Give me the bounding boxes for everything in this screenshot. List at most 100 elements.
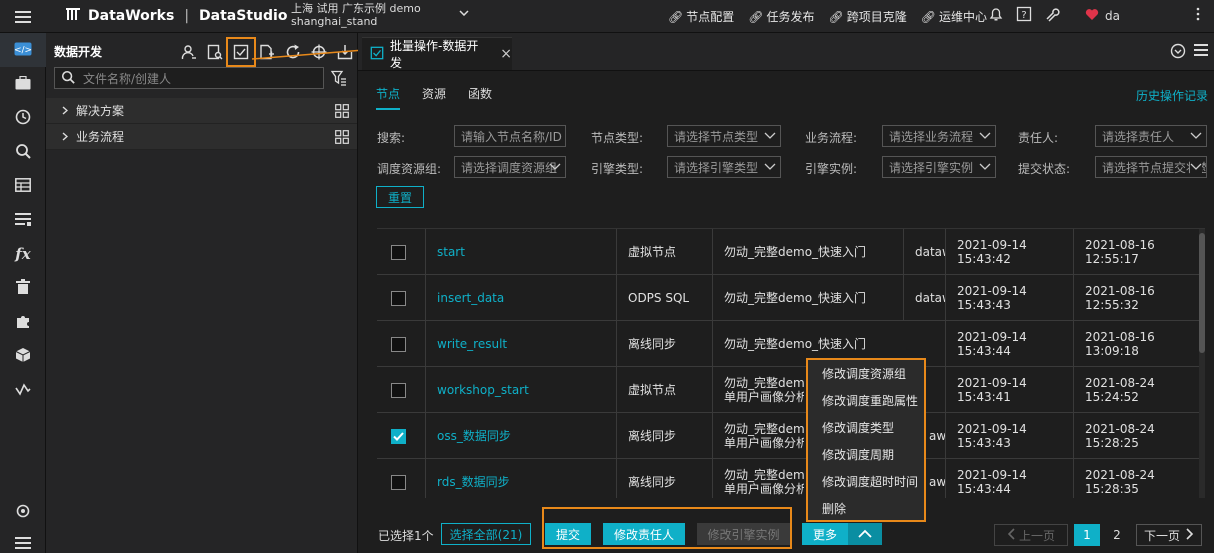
batch-operation-icon [370, 46, 384, 63]
brand[interactable]: DataWorks | DataStudio [66, 7, 287, 25]
puzzle-icon [15, 313, 31, 332]
subtab-node[interactable]: 节点 [376, 85, 401, 110]
node-search-input[interactable]: 请输入节点名称/ID [454, 125, 566, 147]
node-type-select[interactable]: 请选择节点类型 [667, 125, 781, 147]
engine-type-select[interactable]: 请选择引擎类型 [667, 156, 781, 178]
flow-select[interactable]: 请选择业务流程 [882, 125, 996, 147]
rail-function[interactable]: fx [0, 237, 46, 271]
menu-icon[interactable] [0, 0, 46, 33]
nav-operation-center[interactable]: 🔗︎ 运维中心 [921, 8, 987, 25]
engine-inst-select[interactable]: 请选择引擎实例 [882, 156, 996, 178]
list-menu-icon[interactable] [1194, 43, 1208, 62]
row-checkbox[interactable] [391, 474, 406, 490]
node-name[interactable]: oss_数据同步 [437, 413, 607, 459]
nav-node-config[interactable]: 🔗︎ 节点配置 [668, 8, 734, 25]
row-checkbox[interactable] [391, 290, 406, 306]
rail-search[interactable] [0, 135, 46, 169]
filter-icon[interactable] [330, 70, 347, 89]
menu-item-change-timeout[interactable]: 修改调度超时时间 [808, 468, 924, 495]
close-icon[interactable]: × [500, 46, 512, 62]
engine-type-label: 引擎类型: [591, 162, 644, 176]
scrollbar-thumb[interactable] [1199, 233, 1205, 353]
more-toggle-button[interactable] [848, 523, 882, 545]
chevron-right-icon [62, 130, 69, 144]
wrench-icon[interactable] [1044, 6, 1060, 25]
node-type-label: 节点类型: [591, 131, 644, 145]
table-row[interactable]: workshop_start 虚拟节点 勿动_完整demo 单用户画像分析 202… [377, 367, 1205, 413]
table-row[interactable]: rds_数据同步 离线同步 勿动_完整demo 单用户画像分析 aw 2021-0… [377, 459, 1205, 498]
doc-search-icon[interactable] [205, 42, 225, 62]
created-date: 2021-08-24 [1085, 468, 1155, 482]
chevron-left-icon [1007, 527, 1015, 543]
rail-trash[interactable] [0, 271, 46, 305]
menu-item-change-resgroup[interactable]: 修改调度资源组 [808, 360, 924, 387]
menu-item-change-rerun[interactable]: 修改调度重跑属性 [808, 387, 924, 414]
bell-icon[interactable] [988, 6, 1004, 25]
node-name[interactable]: start [437, 229, 607, 275]
top-bar: DataWorks | DataStudio 上海 试用 广东示例 demo s… [0, 0, 1214, 33]
rail-plugin[interactable] [0, 305, 46, 339]
more-vertical-icon[interactable] [1196, 7, 1200, 24]
rail-clock[interactable] [0, 101, 46, 135]
tree-item-solutions[interactable]: 解决方案 [46, 98, 357, 124]
select-all-button[interactable]: 选择全部(21) [441, 523, 531, 545]
row-checkbox[interactable] [391, 382, 406, 398]
change-engine-button[interactable]: 修改引擎实例 [697, 523, 790, 545]
more-button[interactable]: 更多 [802, 523, 848, 545]
table-scrollbar[interactable] [1199, 229, 1205, 498]
rail-table[interactable] [0, 169, 46, 203]
change-owner-button[interactable]: 修改责任人 [603, 523, 685, 545]
table-row[interactable]: write_result 离线同步 勿动_完整demo_快速入门 2021-09… [377, 321, 1205, 367]
rail-briefcase[interactable] [0, 67, 46, 101]
modified-time: 15:43:44 [957, 344, 1011, 358]
owner-select[interactable]: 请选择责任人 [1095, 125, 1207, 147]
help-icon[interactable]: ? [1016, 6, 1032, 25]
file-search-input[interactable]: 文件名称/创建人 [54, 67, 324, 89]
node-name[interactable]: write_result [437, 321, 607, 367]
row-checkbox[interactable] [391, 244, 406, 260]
grid-icon[interactable] [335, 104, 349, 121]
grid-icon[interactable] [335, 130, 349, 147]
table-row[interactable]: insert_data ODPS SQL 勿动_完整demo_快速入门 data… [377, 275, 1205, 321]
tree-item-workflow[interactable]: 业务流程 [46, 124, 357, 150]
chevron-circle-icon[interactable] [1170, 43, 1186, 62]
tab-batch-operation[interactable]: 批量操作-数据开发 × [362, 37, 512, 70]
rail-graph[interactable] [0, 373, 46, 407]
rail-cube[interactable] [0, 339, 46, 373]
page-2-button[interactable]: 2 [1105, 524, 1129, 546]
table-row[interactable]: start 虚拟节点 勿动_完整demo_快速入门 dataw 2021-09-… [377, 229, 1205, 275]
menu-item-delete[interactable]: 删除 [808, 495, 924, 522]
user-menu[interactable]: da [1085, 7, 1200, 24]
menu-item-change-cycle[interactable]: 修改调度周期 [808, 441, 924, 468]
search-label: 搜索: [377, 131, 406, 145]
prev-page-button[interactable]: 上一页 [994, 524, 1068, 546]
submit-status-select[interactable]: 请选择节点提交状态 [1095, 156, 1207, 178]
search-icon [15, 143, 31, 162]
region-selector[interactable]: 上海 试用 广东示例 demo shanghai_stand [291, 2, 469, 28]
rail-data-dev[interactable]: </> [0, 33, 46, 67]
nav-task-publish[interactable]: 🔗︎ 任务发布 [748, 8, 814, 25]
history-link[interactable]: 历史操作记录 [1136, 87, 1208, 104]
modified-time: 15:43:44 [957, 482, 1011, 496]
row-checkbox[interactable] [391, 336, 406, 352]
batch-operation-icon[interactable] [226, 37, 256, 67]
svg-text:</>: </> [14, 45, 32, 55]
user-filter-icon[interactable] [179, 42, 199, 62]
page-1-button[interactable]: 1 [1074, 524, 1100, 546]
row-checkbox-checked[interactable] [391, 428, 406, 444]
subtab-resource[interactable]: 资源 [422, 85, 446, 110]
node-name[interactable]: insert_data [437, 275, 607, 321]
reset-button[interactable]: 重置 [376, 186, 424, 208]
subtab-function[interactable]: 函数 [468, 85, 492, 110]
next-page-button[interactable]: 下一页 [1136, 524, 1202, 546]
rail-settings[interactable] [0, 495, 46, 529]
table-row[interactable]: oss_数据同步 离线同步 勿动_完整demo 单用户画像分析 aw 2021-0… [377, 413, 1205, 459]
rail-list[interactable] [0, 203, 46, 237]
nav-cross-project-clone[interactable]: 🔗︎ 跨项目克隆 [829, 8, 907, 25]
menu-item-change-schedule-type[interactable]: 修改调度类型 [808, 414, 924, 441]
node-name[interactable]: rds_数据同步 [437, 459, 607, 498]
rail-collapse[interactable] [0, 527, 46, 553]
submit-button[interactable]: 提交 [545, 523, 591, 545]
resgroup-select[interactable]: 请选择调度资源组 [454, 156, 566, 178]
node-name[interactable]: workshop_start [437, 367, 607, 413]
